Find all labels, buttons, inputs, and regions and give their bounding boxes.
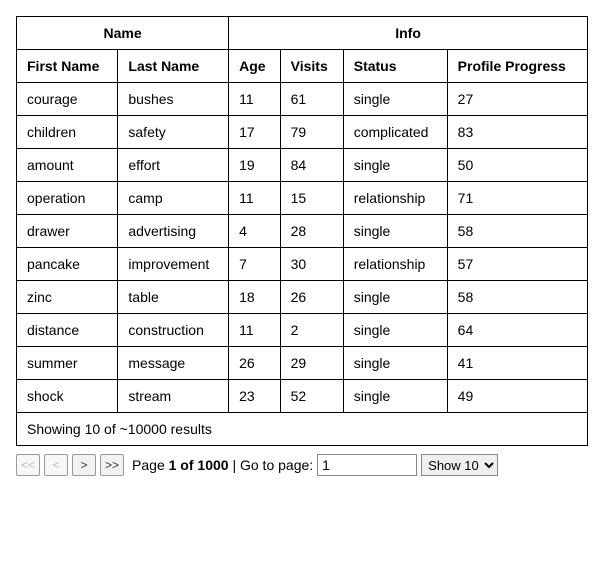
cell-age: 23 [229,380,281,413]
cell-last: bushes [118,83,229,116]
cell-visits: 84 [280,149,343,182]
cell-first: courage [17,83,118,116]
cell-visits: 15 [280,182,343,215]
cell-last: advertising [118,215,229,248]
table-row: draweradvertising428single58 [17,215,588,248]
data-table: Name Info First Name Last Name Age Visit… [16,16,588,446]
cell-visits: 28 [280,215,343,248]
last-page-button[interactable]: >> [100,454,124,476]
cell-last: stream [118,380,229,413]
table-row: couragebushes1161single27 [17,83,588,116]
first-page-button[interactable]: << [16,454,40,476]
cell-last: safety [118,116,229,149]
cell-status: single [343,347,447,380]
cell-first: zinc [17,281,118,314]
cell-last: camp [118,182,229,215]
cell-visits: 61 [280,83,343,116]
cell-status: single [343,149,447,182]
cell-first: children [17,116,118,149]
cell-progress: 27 [447,83,587,116]
cell-progress: 64 [447,314,587,347]
table-row: pancakeimprovement730relationship57 [17,248,588,281]
cell-first: summer [17,347,118,380]
cell-age: 11 [229,314,281,347]
cell-visits: 26 [280,281,343,314]
cell-age: 17 [229,116,281,149]
cell-progress: 58 [447,281,587,314]
table-row: shockstream2352single49 [17,380,588,413]
cell-age: 19 [229,149,281,182]
table-row: childrensafety1779complicated83 [17,116,588,149]
goto-page-input[interactable] [317,454,417,476]
prev-page-button[interactable]: < [44,454,68,476]
cell-last: message [118,347,229,380]
cell-visits: 29 [280,347,343,380]
cell-last: construction [118,314,229,347]
column-header-first-name[interactable]: First Name [17,50,118,83]
page-indicator: Page 1 of 1000 | Go to page: [132,457,313,473]
cell-progress: 50 [447,149,587,182]
cell-progress: 49 [447,380,587,413]
cell-age: 4 [229,215,281,248]
cell-progress: 71 [447,182,587,215]
cell-first: amount [17,149,118,182]
cell-age: 11 [229,182,281,215]
cell-status: relationship [343,248,447,281]
cell-progress: 41 [447,347,587,380]
cell-status: single [343,83,447,116]
cell-status: complicated [343,116,447,149]
column-group-info: Info [229,17,588,50]
cell-visits: 52 [280,380,343,413]
cell-first: pancake [17,248,118,281]
column-header-age[interactable]: Age [229,50,281,83]
cell-visits: 30 [280,248,343,281]
cell-age: 26 [229,347,281,380]
page-size-select[interactable]: Show 10 [421,454,498,476]
cell-first: shock [17,380,118,413]
cell-last: improvement [118,248,229,281]
column-group-name: Name [17,17,229,50]
cell-first: distance [17,314,118,347]
next-page-button[interactable]: > [72,454,96,476]
column-header-visits[interactable]: Visits [280,50,343,83]
cell-visits: 2 [280,314,343,347]
table-row: summermessage2629single41 [17,347,588,380]
cell-age: 18 [229,281,281,314]
table-row: zinctable1826single58 [17,281,588,314]
cell-status: single [343,380,447,413]
results-summary: Showing 10 of ~10000 results [17,413,588,446]
cell-first: operation [17,182,118,215]
cell-progress: 58 [447,215,587,248]
cell-age: 7 [229,248,281,281]
cell-status: single [343,281,447,314]
cell-progress: 83 [447,116,587,149]
table-row: operationcamp1115relationship71 [17,182,588,215]
table-row: distanceconstruction112single64 [17,314,588,347]
column-header-last-name[interactable]: Last Name [118,50,229,83]
cell-first: drawer [17,215,118,248]
column-header-status[interactable]: Status [343,50,447,83]
cell-last: table [118,281,229,314]
cell-status: single [343,314,447,347]
cell-status: single [343,215,447,248]
table-row: amounteffort1984single50 [17,149,588,182]
cell-visits: 79 [280,116,343,149]
cell-last: effort [118,149,229,182]
pagination-bar: << < > >> Page 1 of 1000 | Go to page: S… [16,454,589,476]
column-header-profile-progress[interactable]: Profile Progress [447,50,587,83]
cell-status: relationship [343,182,447,215]
cell-age: 11 [229,83,281,116]
cell-progress: 57 [447,248,587,281]
